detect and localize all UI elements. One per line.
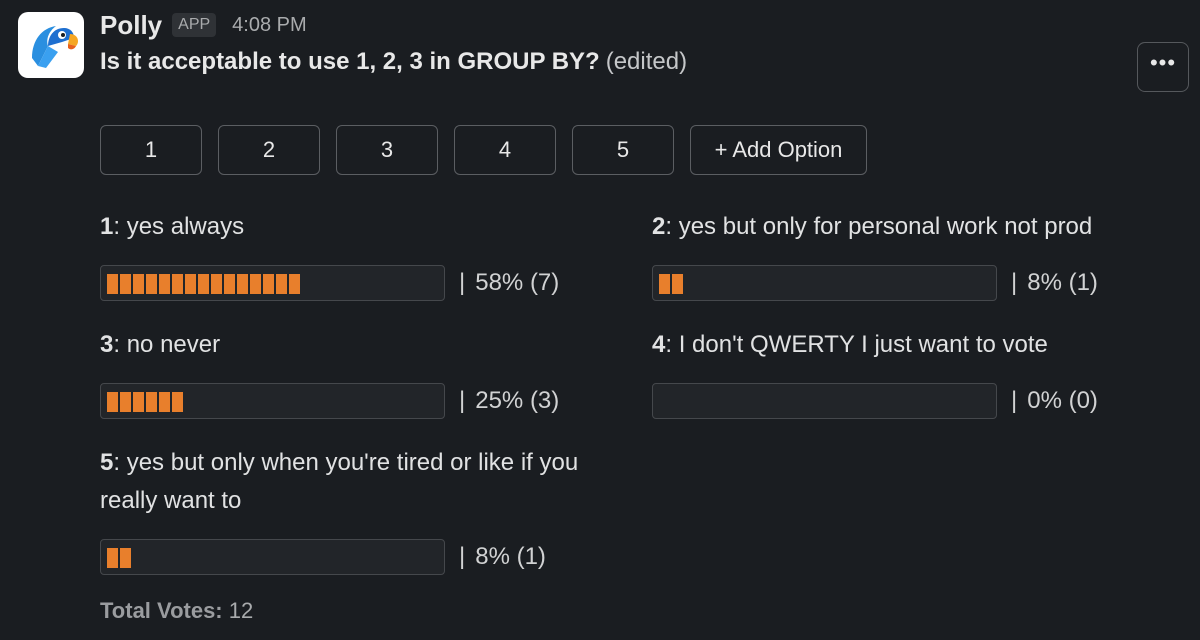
poll-question-text: Is it acceptable to use 1, 2, 3 in GROUP… <box>100 48 600 75</box>
result-bar-segment <box>224 274 235 294</box>
result-percent-label: | 58% (7) <box>459 269 559 297</box>
result-percent: 25% (3) <box>475 387 560 414</box>
poll-result-5: 5: yes but only when you're tired or lik… <box>100 444 610 576</box>
result-bar-segment <box>159 274 170 294</box>
result-bar-track <box>652 265 997 301</box>
result-percent: 8% (1) <box>475 543 546 570</box>
result-bar-segment <box>146 392 157 412</box>
result-number: 1 <box>100 213 114 240</box>
polly-avatar[interactable] <box>18 12 84 78</box>
result-bar-track <box>100 539 445 575</box>
vote-option-1-button[interactable]: 1 <box>100 125 202 175</box>
poll-result-1: 1: yes always | 58% (7) <box>100 208 620 302</box>
result-number: 5 <box>100 449 114 476</box>
total-votes-label: Total Votes: <box>100 598 223 623</box>
result-number: 4 <box>652 331 666 358</box>
vote-option-3-button[interactable]: 3 <box>336 125 438 175</box>
more-actions-button[interactable]: ••• <box>1137 42 1189 92</box>
vote-options-row: 1 2 3 4 5 + Add Option <box>100 125 867 175</box>
result-bar-segment <box>289 274 300 294</box>
result-bar-fill <box>659 274 683 294</box>
poll-result-4: 4: I don't QWERTY I just want to vote | 0… <box>652 326 1172 420</box>
result-bar-segment <box>672 274 683 294</box>
app-name[interactable]: Polly <box>100 10 162 41</box>
result-bar-track <box>652 383 997 419</box>
result-bar-segment <box>159 392 170 412</box>
result-bar-row: | 0% (0) <box>652 382 1172 420</box>
total-votes-value: 12 <box>228 598 254 623</box>
result-bar-segment <box>133 392 144 412</box>
vote-option-2-button[interactable]: 2 <box>218 125 320 175</box>
result-text: I don't QWERTY I just want to vote <box>672 331 1048 358</box>
result-bar-segment <box>120 548 131 568</box>
result-bar-segment <box>263 274 274 294</box>
result-bar-track <box>100 383 445 419</box>
result-text: no never <box>120 331 221 358</box>
result-bar-row: | 25% (3) <box>100 382 620 420</box>
result-pipe: | <box>459 387 466 414</box>
edited-label: (edited) <box>605 48 688 75</box>
result-bar-fill <box>107 548 131 568</box>
result-bar-segment <box>237 274 248 294</box>
result-title: 2: yes but only for personal work not pr… <box>652 208 1172 246</box>
vote-option-5-button[interactable]: 5 <box>572 125 674 175</box>
message-header: Polly APP 4:08 PM <box>100 6 307 44</box>
result-pipe: | <box>1011 269 1018 296</box>
result-pipe: | <box>459 543 466 570</box>
result-text: yes but only for personal work not prod <box>672 213 1093 240</box>
result-bar-segment <box>659 274 670 294</box>
result-bar-segment <box>133 274 144 294</box>
result-text: yes always <box>120 213 245 240</box>
result-title: 3: no never <box>100 326 620 364</box>
result-percent: 0% (0) <box>1027 387 1098 414</box>
result-pipe: | <box>459 269 466 296</box>
result-title: 4: I don't QWERTY I just want to vote <box>652 326 1172 364</box>
result-bar-segment <box>146 274 157 294</box>
polly-parrot-icon <box>32 26 78 68</box>
poll-question: Is it acceptable to use 1, 2, 3 in GROUP… <box>100 48 687 76</box>
result-bar-segment <box>107 274 118 294</box>
result-bar-segment <box>198 274 209 294</box>
result-bar-segment <box>120 274 131 294</box>
total-votes: Total Votes: 12 <box>100 598 253 624</box>
result-percent-label: | 25% (3) <box>459 387 559 415</box>
result-percent: 58% (7) <box>475 269 560 296</box>
result-bar-track <box>100 265 445 301</box>
result-bar-segment <box>120 392 131 412</box>
poll-result-3: 3: no never | 25% (3) <box>100 326 620 420</box>
message-timestamp[interactable]: 4:08 PM <box>232 14 306 37</box>
result-bar-segment <box>172 392 183 412</box>
vote-option-4-button[interactable]: 4 <box>454 125 556 175</box>
result-bar-segment <box>172 274 183 294</box>
result-percent-label: | 0% (0) <box>1011 387 1098 415</box>
result-pipe: | <box>1011 387 1018 414</box>
result-bar-segment <box>276 274 287 294</box>
result-percent: 8% (1) <box>1027 269 1098 296</box>
result-bar-fill <box>107 274 300 294</box>
result-bar-segment <box>107 548 118 568</box>
add-option-button[interactable]: + Add Option <box>690 125 867 175</box>
result-percent-label: | 8% (1) <box>459 543 546 571</box>
result-bar-segment <box>107 392 118 412</box>
result-title: 5: yes but only when you're tired or lik… <box>100 444 610 520</box>
result-bar-segment <box>250 274 261 294</box>
result-bar-row: | 58% (7) <box>100 264 620 302</box>
result-text: yes but only when you're tired or like i… <box>100 449 579 514</box>
result-percent-label: | 8% (1) <box>1011 269 1098 297</box>
result-title: 1: yes always <box>100 208 620 246</box>
result-bar-row: | 8% (1) <box>100 538 610 576</box>
result-bar-segment <box>211 274 222 294</box>
result-number: 3 <box>100 331 114 358</box>
app-badge: APP <box>172 13 217 37</box>
result-bar-fill <box>107 392 183 412</box>
result-number: 2 <box>652 213 666 240</box>
poll-result-2: 2: yes but only for personal work not pr… <box>652 208 1172 302</box>
result-bar-row: | 8% (1) <box>652 264 1172 302</box>
result-bar-segment <box>185 274 196 294</box>
